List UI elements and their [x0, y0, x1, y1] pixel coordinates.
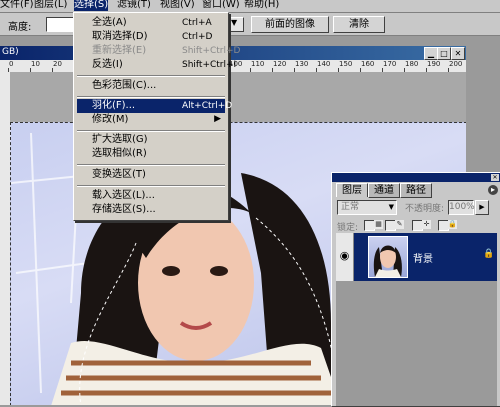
menu-file[interactable]: 文件(F) — [0, 0, 34, 11]
ruler-tick-label: 150 — [339, 60, 353, 68]
panel-menu-icon[interactable]: ▸ — [488, 185, 498, 195]
eye-icon: ◉ — [339, 249, 350, 262]
ruler-tick-label: 130 — [295, 60, 309, 68]
menu-separator — [77, 130, 225, 132]
menu-item-label: 存储选区(S)... — [92, 204, 156, 215]
document-title: GB) — [2, 47, 19, 57]
menu-item-label: 变换选区(T) — [92, 169, 146, 180]
visibility-toggle[interactable]: ◉ — [336, 233, 354, 281]
select-dropdown-menu: 全选(A) Ctrl+A 取消选择(D) Ctrl+D 重新选择(E) Shift+C… — [73, 12, 240, 221]
layers-panel-titlebar[interactable]: ✕ — [332, 173, 500, 182]
menu-item-label: 选取相似(R) — [92, 148, 147, 159]
close-icon[interactable]: ✕ — [491, 174, 499, 181]
tab-channels[interactable]: 通道 — [368, 183, 400, 198]
layer-name: 背景 — [413, 254, 433, 265]
ruler-tick-label: 190 — [427, 60, 441, 68]
menu-separator — [77, 75, 225, 77]
menu-item-reselect: 重新选择(E) Shift+Ctrl+D — [77, 44, 240, 58]
opacity-label: 不透明度: — [405, 204, 445, 214]
menu-help[interactable]: 帮助(H) — [244, 0, 279, 11]
units-dropdown[interactable]: ▼ — [228, 17, 244, 32]
menu-item-shortcut: Ctrl+A — [182, 18, 212, 28]
move-icon: ✛ — [422, 220, 431, 229]
chevron-down-icon: ▼ — [231, 18, 238, 27]
lock-label: 锁定: — [337, 223, 359, 233]
menu-item-label: 取消选择(D) — [92, 31, 148, 42]
ruler-tick-label: 110 — [251, 60, 265, 68]
ruler-tick-label: 120 — [273, 60, 287, 68]
submenu-arrow-icon: ▶ — [214, 114, 221, 124]
tab-paths[interactable]: 路径 — [400, 183, 432, 198]
menu-item-save-selection[interactable]: 存储选区(S)... — [77, 203, 225, 217]
opacity-slider-button[interactable]: ▶ — [475, 200, 489, 215]
menu-item-label: 扩大选取(G) — [92, 134, 148, 145]
menu-item-modify[interactable]: 修改(M) ▶ — [77, 113, 225, 127]
menu-item-load-selection[interactable]: 载入选区(L)... — [77, 189, 225, 203]
menu-item-inverse[interactable]: 反选(I) Shift+Ctrl+I — [77, 58, 236, 72]
menu-item-label: 修改(M) — [92, 114, 129, 125]
layers-panel: ✕ 图层 通道 路径 ▸ 正常 ▼ 不透明度: 100% ▶ 锁定: ▦ ✎ ✛… — [331, 172, 500, 407]
menu-item-label: 全选(A) — [92, 17, 127, 28]
menu-item-label: 羽化(F)... — [92, 100, 136, 111]
checker-icon: ▦ — [374, 220, 383, 229]
chevron-down-icon: ▼ — [388, 203, 394, 211]
menu-item-select-all[interactable]: 全选(A) Ctrl+A — [77, 16, 225, 30]
menu-item-label: 载入选区(L)... — [92, 190, 155, 201]
close-button[interactable]: ✕ — [451, 47, 465, 60]
menu-item-grow[interactable]: 扩大选取(G) — [77, 133, 225, 147]
layer-selected-area[interactable]: 背景 🔒 — [354, 233, 497, 281]
menu-item-shortcut: Shift+Ctrl+I — [182, 60, 237, 70]
menu-window[interactable]: 窗口(W) — [202, 0, 240, 11]
menu-view[interactable]: 视图(V) — [160, 0, 195, 11]
blend-mode-select[interactable]: 正常 ▼ — [337, 200, 397, 215]
ruler-tick-label: 200 — [449, 60, 463, 68]
thumbnail-image — [373, 245, 402, 277]
menu-item-similar[interactable]: 选取相似(R) — [77, 147, 225, 161]
lock-icon: 🔒 — [483, 249, 495, 259]
ruler-tick-label: 180 — [405, 60, 419, 68]
menu-layer[interactable]: 图层(L) — [34, 0, 67, 11]
layer-list: ◉ 背景 🔒 — [336, 233, 497, 406]
height-input[interactable] — [46, 17, 74, 32]
tab-layers[interactable]: 图层 — [336, 183, 368, 197]
lock-icon: 🔒 — [448, 220, 457, 229]
menu-item-shortcut: Shift+Ctrl+D — [182, 46, 241, 56]
menu-filter[interactable]: 滤镜(T) — [117, 0, 151, 11]
opacity-input[interactable]: 100% — [448, 200, 475, 215]
menu-item-feather[interactable]: 羽化(F)... Alt+Ctrl+D — [77, 99, 232, 113]
ruler-tick-label: 20 — [53, 60, 62, 68]
ruler-tick-label: 140 — [317, 60, 331, 68]
ruler-tick-label: 170 — [383, 60, 397, 68]
menu-item-shortcut: Ctrl+D — [182, 32, 213, 42]
menu-select[interactable]: 选择(S) — [74, 0, 109, 11]
maximize-button[interactable]: □ — [437, 47, 451, 60]
menu-separator — [77, 185, 225, 187]
layer-thumbnail — [368, 236, 408, 278]
menu-item-color-range[interactable]: 色彩范围(C)... — [77, 79, 225, 93]
front-image-button[interactable]: 前面的图像 — [251, 16, 329, 33]
menu-separator — [77, 96, 225, 98]
height-label: 高度: — [8, 22, 32, 33]
ruler-tick-label: 0 — [9, 60, 14, 68]
menu-item-label: 反选(I) — [92, 59, 123, 70]
blend-mode-value: 正常 — [341, 202, 360, 212]
layer-row[interactable]: ◉ 背景 🔒 — [336, 233, 497, 281]
clear-button[interactable]: 清除 — [333, 16, 385, 33]
ruler-tick-label: 10 — [31, 60, 40, 68]
brush-icon: ✎ — [395, 220, 404, 229]
menu-separator — [77, 164, 225, 166]
minimize-button[interactable]: ▁ — [424, 47, 438, 60]
ruler-tick-label: 160 — [361, 60, 375, 68]
menu-item-label: 重新选择(E) — [92, 45, 147, 56]
menu-item-shortcut: Alt+Ctrl+D — [182, 101, 233, 111]
menu-item-transform-selection[interactable]: 变换选区(T) — [77, 168, 225, 182]
menu-item-label: 色彩范围(C)... — [92, 80, 157, 91]
menu-item-deselect[interactable]: 取消选择(D) Ctrl+D — [77, 30, 225, 44]
